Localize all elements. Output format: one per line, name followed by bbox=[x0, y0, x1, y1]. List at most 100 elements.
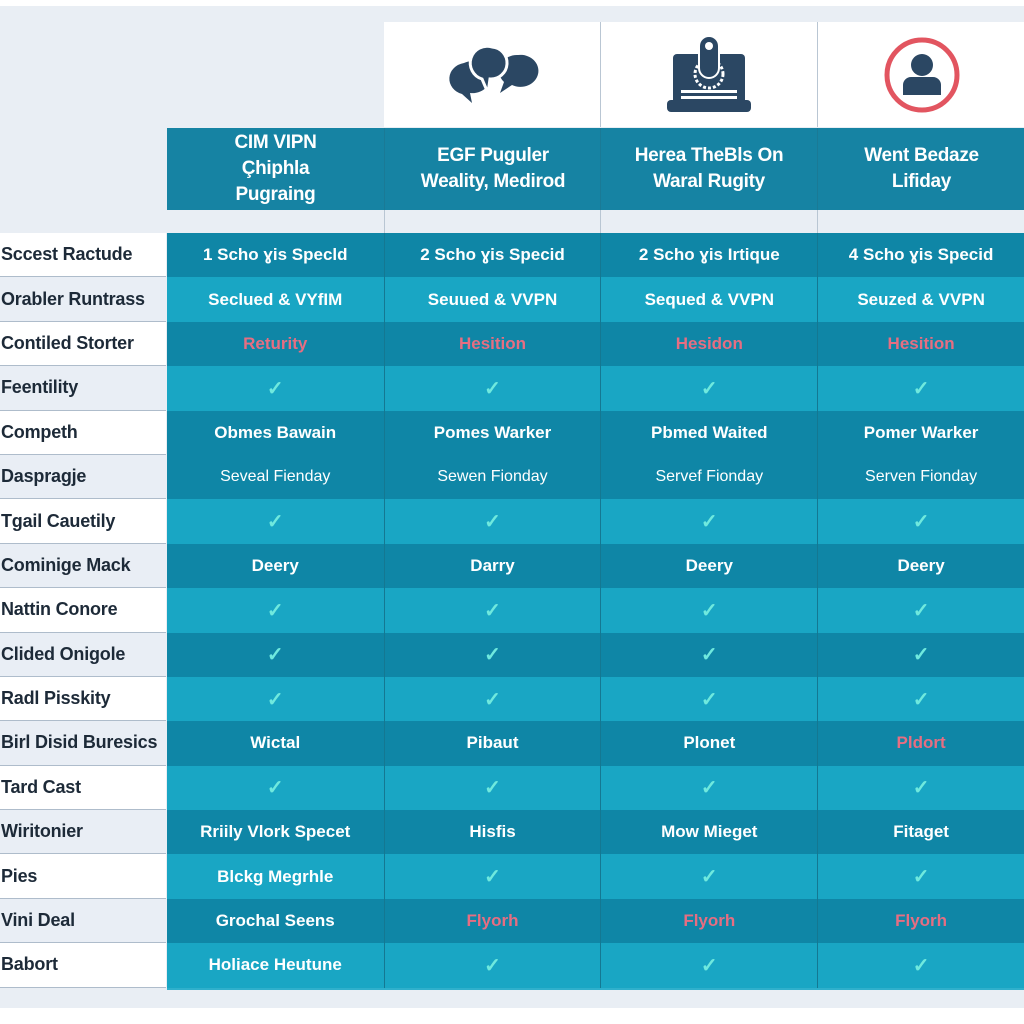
table-cell: ✓ bbox=[383, 366, 601, 411]
column-header-2[interactable]: EGF Puguler Weality, Medirod bbox=[384, 128, 601, 210]
table-cell: ✓ bbox=[166, 632, 384, 677]
check-icon: ✓ bbox=[912, 954, 930, 977]
row-label: Daspragje bbox=[0, 454, 166, 500]
table-cell: Blckg Megrhle bbox=[166, 854, 384, 899]
table-cell: Serven Fionday bbox=[817, 454, 1024, 500]
table-cell: ✓ bbox=[600, 366, 818, 411]
check-icon: ✓ bbox=[266, 377, 284, 400]
check-icon: ✓ bbox=[484, 377, 501, 400]
table-cell: ✓ bbox=[817, 632, 1024, 677]
table-cell: Deery bbox=[166, 543, 384, 589]
row-label: Clided Onigole bbox=[0, 632, 166, 677]
column-header-1-line-2: Çhiphla bbox=[241, 158, 310, 179]
header-gap bbox=[600, 210, 817, 233]
column-icon-cell-3 bbox=[600, 22, 817, 127]
laptop-lock-icon bbox=[667, 34, 751, 112]
cell-text: Pbmed Waited bbox=[651, 422, 768, 442]
cell-text: Hisfis bbox=[469, 822, 516, 842]
row-label: Tgail Cauetily bbox=[0, 499, 166, 544]
cell-text: Servef Fionday bbox=[655, 468, 764, 486]
table-cell: Sewen Fionday bbox=[383, 454, 601, 500]
table-cell: 4 Scho ɣis Specid bbox=[817, 233, 1024, 278]
table-cell: Seuzed & VVPN bbox=[817, 277, 1024, 322]
cell-text: Returity bbox=[243, 333, 308, 353]
cell-text: 4 Scho ɣis Specid bbox=[848, 245, 994, 265]
table-cell: Returity bbox=[166, 321, 384, 367]
cell-text: Mow Mieget bbox=[661, 822, 758, 842]
table-cell: Seclued & VYfIM bbox=[166, 277, 384, 322]
column-header-3[interactable]: Herea TheBls On Waral Rugity bbox=[600, 128, 817, 210]
table-cell: ✓ bbox=[817, 588, 1024, 633]
row-label: Pies bbox=[0, 854, 166, 899]
column-header-3-line-1: Herea TheBls On bbox=[634, 145, 784, 166]
table-cell: ✓ bbox=[600, 765, 818, 811]
cell-text: Pomer Warker bbox=[863, 422, 979, 442]
table-row: Daspragje Seveal Fienday Sewen Fionday Serv… bbox=[0, 454, 1024, 500]
cell-text: Sewen Fionday bbox=[437, 468, 548, 486]
cell-text: 2 Scho ɣis Irtique bbox=[638, 245, 780, 265]
row-label: Birl Disid Buresics bbox=[0, 721, 166, 766]
table-cell: Hesition bbox=[383, 321, 601, 367]
column-icon-cell-4 bbox=[817, 22, 1024, 127]
table-row: Contiled Storter Returity Hesition Hesidon H… bbox=[0, 321, 1024, 367]
cell-text: Rriily Vlork Specet bbox=[200, 822, 351, 842]
cell-text: Darry bbox=[470, 555, 515, 575]
column-header-4[interactable]: Went Bedaze Lifiday bbox=[817, 128, 1024, 210]
table-cell: ✓ bbox=[166, 366, 384, 411]
header-gap bbox=[384, 210, 601, 233]
check-icon: ✓ bbox=[912, 644, 930, 667]
table-cell: Servef Fionday bbox=[600, 454, 818, 500]
table-row: Vini Deal Grochal Seens Flyorh Flyorh Flyorh bbox=[0, 898, 1024, 944]
table-cell: Deery bbox=[817, 543, 1024, 589]
cell-text: Flyorh bbox=[683, 911, 736, 931]
table-cell: ✓ bbox=[166, 676, 384, 722]
cell-text: Blckg Megrhle bbox=[217, 866, 334, 886]
table-row: Cominige Mack Deery Darry Deery Deery bbox=[0, 543, 1024, 589]
cell-text: Holiace Heutune bbox=[208, 955, 342, 975]
table-cell: ✓ bbox=[383, 588, 601, 633]
cell-text: Deery bbox=[251, 555, 299, 575]
cell-text: Flyorh bbox=[895, 911, 948, 931]
cell-text: Seuzed & VVPN bbox=[857, 289, 985, 309]
check-icon: ✓ bbox=[484, 688, 501, 711]
table-cell: Hesition bbox=[817, 321, 1024, 367]
check-icon: ✓ bbox=[700, 599, 718, 622]
table-cell: Hisfis bbox=[383, 810, 601, 855]
table-cell: Pbmed Waited bbox=[600, 410, 818, 455]
cell-text: Seclued & VYfIM bbox=[208, 289, 343, 309]
check-icon: ✓ bbox=[912, 599, 930, 622]
row-label: Nattin Conore bbox=[0, 588, 166, 633]
cell-text: Sequed & VVPN bbox=[644, 289, 774, 309]
row-label: Contiled Storter bbox=[0, 321, 166, 367]
table-cell: ✓ bbox=[817, 854, 1024, 899]
check-icon: ✓ bbox=[912, 688, 930, 711]
table-cell: Flyorh bbox=[600, 898, 818, 944]
table-cell: ✓ bbox=[600, 943, 818, 988]
table-cell: Grochal Seens bbox=[166, 898, 384, 944]
check-icon: ✓ bbox=[266, 599, 284, 622]
table-cell: Sequed & VVPN bbox=[600, 277, 818, 322]
cell-text: Deery bbox=[685, 555, 733, 575]
check-icon: ✓ bbox=[484, 511, 501, 534]
column-header-1-line-3: Pugraing bbox=[235, 184, 316, 205]
cell-text: Flyorh bbox=[466, 911, 519, 931]
cell-text: Seveal Fienday bbox=[220, 468, 331, 486]
row-label: Vini Deal bbox=[0, 898, 166, 944]
cell-text: Grochal Seens bbox=[215, 911, 335, 931]
column-header-1-line-1: CIM VIPN bbox=[234, 132, 317, 153]
table-cell: Rriily Vlork Specet bbox=[166, 810, 384, 855]
table-cell: ✓ bbox=[600, 632, 818, 677]
check-icon: ✓ bbox=[700, 688, 718, 711]
table-cell: Darry bbox=[383, 543, 601, 589]
table-cell: Pldort bbox=[817, 721, 1024, 766]
column-header-1[interactable]: CIM VIPN Çhiphla Pugraing bbox=[167, 128, 384, 210]
table-cell: 2 Scho ɣis Irtique bbox=[600, 233, 818, 278]
table-cell: ✓ bbox=[166, 499, 384, 544]
column-header-2-line-1: EGF Puguler bbox=[437, 145, 549, 166]
cell-text: Obmes Bawain bbox=[214, 422, 337, 442]
table-row: Orabler Runtrass Seclued & VYfIM Seuued & … bbox=[0, 277, 1024, 322]
table-row: Sccest Ractude 1 Scho ɣis Specld 2 Scho ɣi… bbox=[0, 233, 1024, 278]
row-label: Competh bbox=[0, 410, 166, 455]
check-icon: ✓ bbox=[700, 644, 718, 667]
check-icon: ✓ bbox=[484, 954, 501, 977]
